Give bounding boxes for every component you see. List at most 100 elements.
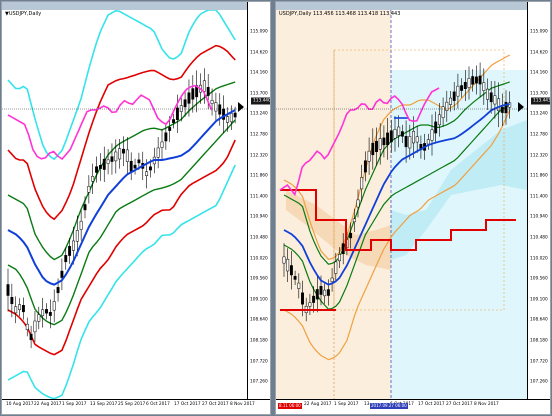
- time-tick-label: 13: [364, 402, 370, 407]
- candle-body: [323, 289, 327, 297]
- candle-body: [397, 126, 401, 136]
- price-tick-label: 109.560: [250, 276, 268, 282]
- left-plot-area[interactable]: ▼USDJPY,Daily: [2, 10, 247, 399]
- current-price-tag: 113.440: [251, 97, 270, 105]
- time-tick-label: 17 Oct 2017: [418, 402, 445, 407]
- right-time-axis[interactable]: 22 Aug 20171 Sep 2017136 Oct 201717 Oct …: [276, 399, 550, 414]
- candle-body: [352, 218, 356, 223]
- candle-body: [500, 106, 504, 113]
- candle-body: [226, 116, 229, 123]
- candle-body: [110, 156, 114, 162]
- right-plot-area[interactable]: USDJPY,Daily 113.456 113.468 113.418 113…: [276, 10, 527, 399]
- candle-body: [48, 311, 52, 316]
- price-tick-label: 115.090: [250, 29, 268, 35]
- candle-body: [393, 129, 397, 139]
- candle-body: [338, 254, 341, 262]
- candle-body: [301, 292, 304, 305]
- candle-body: [293, 276, 297, 280]
- candle-body: [349, 232, 353, 239]
- candle-body: [400, 131, 404, 137]
- candle-body: [434, 121, 438, 134]
- candle-body: [68, 246, 72, 256]
- price-tick-label: 112.320: [250, 153, 268, 159]
- left-window-titlebar[interactable]: [2, 2, 270, 10]
- candle-body: [137, 159, 141, 164]
- candle-body: [125, 149, 129, 162]
- left-time-axis[interactable]: 10 Aug 2017 22 Aug 2017 1 Sep 2017 13 Sep 2…: [2, 399, 270, 414]
- price-tick-label: 109.560: [530, 276, 548, 282]
- time-tick-label: 8 Nov 2017: [230, 402, 255, 407]
- candle-body: [160, 141, 164, 148]
- price-tick-label: 111.860: [530, 173, 548, 179]
- price-tick-label: 113.700: [530, 91, 548, 97]
- left-price-axis[interactable]: 115.090 114.620 114.160 113.700 113.240 112.7…: [247, 2, 270, 414]
- timeline-blue-tag: 2017.09.27 06:00: [370, 403, 408, 409]
- candle-body: [482, 82, 486, 92]
- candle-body: [363, 160, 367, 173]
- price-tick-label: 107.260: [530, 379, 548, 385]
- price-tick-label: 110.940: [250, 214, 268, 220]
- candle-body: [489, 92, 493, 103]
- time-tick-label: 27 Oct 2017: [202, 402, 229, 407]
- price-tick-label: 113.240: [250, 111, 268, 117]
- candle-body: [56, 287, 60, 294]
- candle-body: [172, 119, 176, 123]
- price-tick-label: 111.400: [530, 194, 548, 200]
- price-tick-label: 114.160: [250, 70, 268, 76]
- price-tick-label: 110.940: [530, 214, 548, 220]
- candle-body: [456, 85, 460, 97]
- right-window-titlebar[interactable]: [276, 2, 550, 10]
- candle-body: [412, 131, 415, 144]
- candle-body: [64, 255, 68, 263]
- candle-body: [463, 82, 467, 89]
- time-tick-label: 6 Oct 2017: [146, 402, 170, 407]
- candle-body: [371, 142, 375, 156]
- lower-band-1sigma: [7, 119, 236, 326]
- price-tick-label: 110.020: [530, 256, 548, 262]
- right-price-axis[interactable]: 115.090 114.620 114.160 113.700 113.240 112.7…: [527, 2, 550, 414]
- candle-body: [133, 164, 137, 169]
- price-tick-label: 107.720: [530, 359, 548, 365]
- candle-body: [378, 138, 382, 150]
- price-tick-label: 113.700: [250, 91, 268, 97]
- candle-body: [79, 220, 83, 230]
- candle-body: [386, 132, 390, 146]
- candle-body: [441, 106, 445, 118]
- time-tick-label: 1 Sep 2017: [62, 402, 87, 407]
- candle-body: [18, 304, 22, 310]
- candle-body: [29, 333, 33, 341]
- current-price-arrow-icon: [238, 102, 244, 112]
- time-tick-label: 22 Aug 2017: [34, 402, 62, 407]
- lagging-span-line: [7, 84, 213, 161]
- candle-body: [493, 95, 497, 105]
- price-tick-label: 107.720: [250, 359, 268, 365]
- candle-body: [168, 127, 172, 131]
- candle-body: [408, 136, 412, 149]
- price-tick-label: 108.180: [250, 338, 268, 344]
- candle-body: [471, 76, 475, 85]
- candle-body: [156, 147, 160, 158]
- candle-body: [478, 75, 482, 85]
- price-tick-label: 107.260: [250, 379, 268, 385]
- candle-body: [229, 113, 233, 123]
- candle-body: [10, 296, 14, 305]
- price-tick-label: 113.240: [530, 111, 548, 117]
- price-tick-label: 109.100: [530, 297, 548, 303]
- price-tick-label: 114.620: [530, 50, 548, 56]
- candle-body: [129, 160, 133, 172]
- price-tick-label: 110.480: [250, 235, 268, 241]
- candle-body: [25, 323, 29, 330]
- time-tick-label: 10 Aug 2017: [6, 402, 34, 407]
- price-tick-label: 112.780: [530, 132, 548, 138]
- time-tick-label: 1 Sep 2017: [334, 402, 359, 407]
- candle-body: [206, 87, 210, 96]
- candle-body: [426, 139, 430, 145]
- price-tick-label: 112.780: [250, 132, 268, 138]
- candle-body: [367, 150, 371, 162]
- candle-body: [330, 277, 334, 282]
- left-chart-svg: [2, 10, 247, 399]
- left-symbol-label: ▼USDJPY,Daily: [5, 11, 42, 17]
- price-tick-label: 111.860: [250, 173, 268, 179]
- candle-body: [382, 137, 386, 146]
- time-tick-label: 25 Sep 2017: [118, 402, 146, 407]
